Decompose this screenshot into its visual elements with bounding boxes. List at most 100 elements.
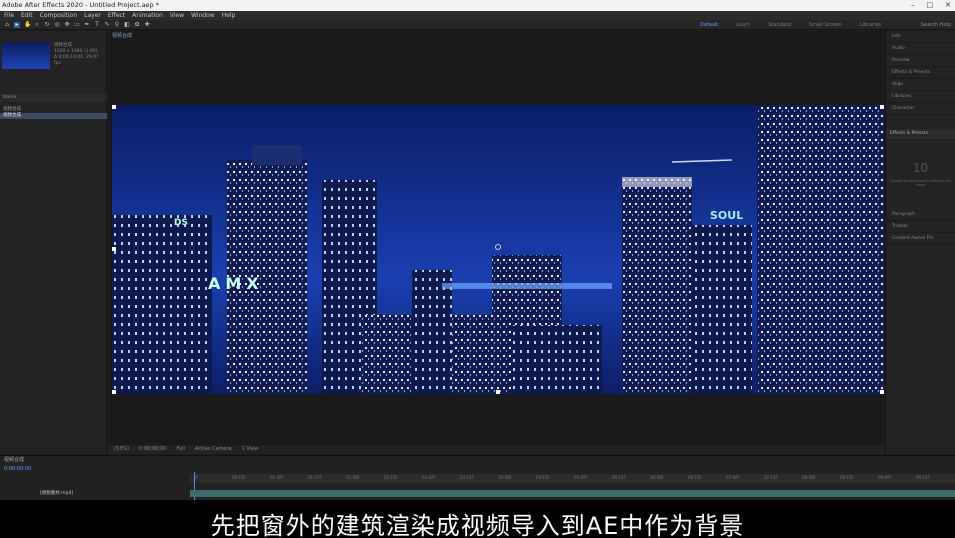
layer-handle[interactable] — [496, 390, 500, 394]
eraser-tool-icon[interactable]: ◧ — [124, 22, 130, 28]
clone-stamp-tool-icon[interactable]: ⚲ — [114, 22, 120, 28]
window-controls: – □ ✕ — [911, 0, 951, 11]
time-tick: 06:00f — [650, 475, 663, 480]
workspace-switcher: Default Learn Standard Small Screen Libr… — [700, 20, 881, 30]
menu-animation[interactable]: Animation — [132, 11, 163, 20]
composition-tab[interactable]: 视频合成 — [112, 32, 132, 40]
timeline-panel: 视频合成 0;00;00;00 0f 00:15f 01:00f 01:15f … — [0, 455, 955, 501]
layer-handle[interactable] — [880, 105, 884, 109]
layer-handle[interactable] — [880, 390, 884, 394]
time-tick: 08:00f — [802, 475, 815, 480]
layer-duration-bar[interactable] — [190, 490, 955, 497]
menu-layer[interactable]: Layer — [84, 11, 101, 20]
composition-panel: 视频合成 DS AMX SOUL (53%) 0;00;00;00 Full A… — [108, 31, 884, 454]
timeline-current-time[interactable]: 0;00;00;00 — [4, 466, 31, 472]
roto-brush-tool-icon[interactable]: ✿ — [134, 22, 140, 28]
panel-effects-presets[interactable]: Effects & Presets — [886, 67, 955, 79]
maximize-icon[interactable]: □ — [927, 0, 934, 11]
workspace-standard[interactable]: Standard — [768, 20, 791, 30]
menu-window[interactable]: Window — [191, 11, 215, 20]
menu-view[interactable]: View — [170, 11, 184, 20]
panel-tracker[interactable]: Tracker — [886, 221, 955, 233]
rectangle-tool-icon[interactable]: ▭ — [74, 22, 80, 28]
layer-handle[interactable] — [112, 247, 116, 251]
time-tick: 04:00f — [498, 475, 511, 480]
panel-paragraph[interactable]: Paragraph — [886, 209, 955, 221]
project-column-header[interactable]: Name — [0, 94, 107, 102]
time-tick: 05:15f — [612, 475, 625, 480]
workspace-libraries[interactable]: Libraries — [860, 20, 882, 30]
viewer-controls: (53%) 0;00;00;00 Full Active Camera 1 Vi… — [108, 445, 884, 454]
project-item-duration: Δ 0;00;10;00, 29.97 fps — [54, 55, 99, 66]
building — [692, 225, 752, 394]
type-tool-icon[interactable]: T — [94, 22, 100, 28]
building-top — [252, 145, 302, 165]
menu-help[interactable]: Help — [222, 11, 236, 20]
minimize-icon[interactable]: – — [911, 0, 915, 11]
panel-header[interactable]: Effects & Presets — [886, 129, 955, 139]
time-tick: 00:15f — [232, 475, 245, 480]
building — [512, 325, 602, 394]
tools-toolbar: ⌂ ▸ ✋ ⌕ ↻ ◎ ✥ ▭ ✒ T ✎ ⚲ ◧ ✿ ✚ Default Le… — [0, 20, 955, 30]
sign-soul: SOUL — [710, 209, 743, 222]
workspace-learn[interactable]: Learn — [736, 20, 750, 30]
hand-tool-icon[interactable]: ✋ — [24, 22, 31, 28]
menu-composition[interactable]: Composition — [40, 11, 77, 20]
menu-edit[interactable]: Edit — [21, 11, 33, 20]
workspace-default[interactable]: Default — [700, 20, 718, 30]
placeholder-number: 10 — [912, 161, 929, 175]
menu-file[interactable]: File — [4, 11, 14, 20]
time-tick: 07:15f — [764, 475, 777, 480]
puppet-tool-icon[interactable]: ✚ — [144, 22, 150, 28]
time-ruler[interactable]: 0f 00:15f 01:00f 01:15f 02:00f 02:15f 03… — [190, 474, 955, 483]
time-tick: 09:00f — [878, 475, 891, 480]
video-subtitle: 先把窗外的建筑渲染成视频导入到AE中作为背景 — [210, 512, 745, 538]
pen-tool-icon[interactable]: ✒ — [84, 22, 90, 28]
timeline-layer[interactable]: [视频素材.mp4] — [0, 490, 190, 497]
view-layout-dropdown[interactable]: 1 View — [242, 445, 259, 454]
time-tick: 02:00f — [346, 475, 359, 480]
light-bridge — [442, 283, 612, 289]
menu-bar: File Edit Composition Layer Effect Anima… — [0, 11, 955, 20]
rotate-tool-icon[interactable]: ↻ — [44, 22, 50, 28]
time-tick: 05:00f — [574, 475, 587, 480]
pan-behind-tool-icon[interactable]: ✥ — [64, 22, 70, 28]
placeholder-hint: Choose a workspace to display the panel — [889, 179, 952, 187]
time-tick: 02:15f — [384, 475, 397, 480]
workspace-small-screen[interactable]: Small Screen — [809, 20, 842, 30]
camera-dropdown[interactable]: Active Camera — [195, 445, 232, 454]
composition-viewer[interactable]: DS AMX SOUL — [112, 105, 884, 394]
brush-tool-icon[interactable]: ✎ — [104, 22, 110, 28]
project-item-info: 视频合成 1920 x 1080 (1.00) Δ 0;00;10;00, 29… — [54, 43, 106, 67]
close-icon[interactable]: ✕ — [945, 0, 951, 11]
time-tick: 06:15f — [688, 475, 701, 480]
search-help-field[interactable]: Search Help — [921, 20, 951, 30]
panel-content-aware-fill[interactable]: Content-Aware Fill — [886, 233, 955, 245]
current-time-display[interactable]: 0;00;00;00 — [139, 445, 166, 454]
time-tick: 03:00f — [422, 475, 435, 480]
time-tick: 01:15f — [308, 475, 321, 480]
zoom-tool-icon[interactable]: ⌕ — [34, 22, 40, 28]
home-icon[interactable]: ⌂ — [4, 22, 10, 28]
time-tick: 09:15f — [916, 475, 929, 480]
magnification-dropdown[interactable]: (53%) — [114, 445, 129, 454]
camera-tool-icon[interactable]: ◎ — [54, 22, 60, 28]
layer-handle[interactable] — [112, 390, 116, 394]
panel-audio[interactable]: Audio — [886, 43, 955, 55]
resolution-dropdown[interactable]: Full — [176, 445, 185, 454]
menu-effect[interactable]: Effect — [108, 11, 125, 20]
building — [112, 215, 212, 394]
panel-align[interactable]: Align — [886, 79, 955, 91]
panel-info[interactable]: Info — [886, 31, 955, 43]
sign-amx: AMX — [208, 274, 264, 293]
panel-character[interactable]: Character — [886, 103, 955, 115]
panel-libraries[interactable]: Libraries — [886, 91, 955, 103]
panel-preview[interactable]: Preview — [886, 55, 955, 67]
selection-tool-icon[interactable]: ▸ — [14, 22, 20, 28]
layer-handle[interactable] — [112, 105, 116, 109]
timeline-tab[interactable]: 视频合成 — [4, 457, 24, 464]
right-panels: Info Audio Preview Effects & Presets Ali… — [885, 31, 955, 454]
project-item-thumbnail — [2, 42, 50, 69]
project-list-item-selected[interactable]: 视频合成 — [0, 113, 107, 119]
city-night-render: DS AMX SOUL — [112, 105, 884, 394]
